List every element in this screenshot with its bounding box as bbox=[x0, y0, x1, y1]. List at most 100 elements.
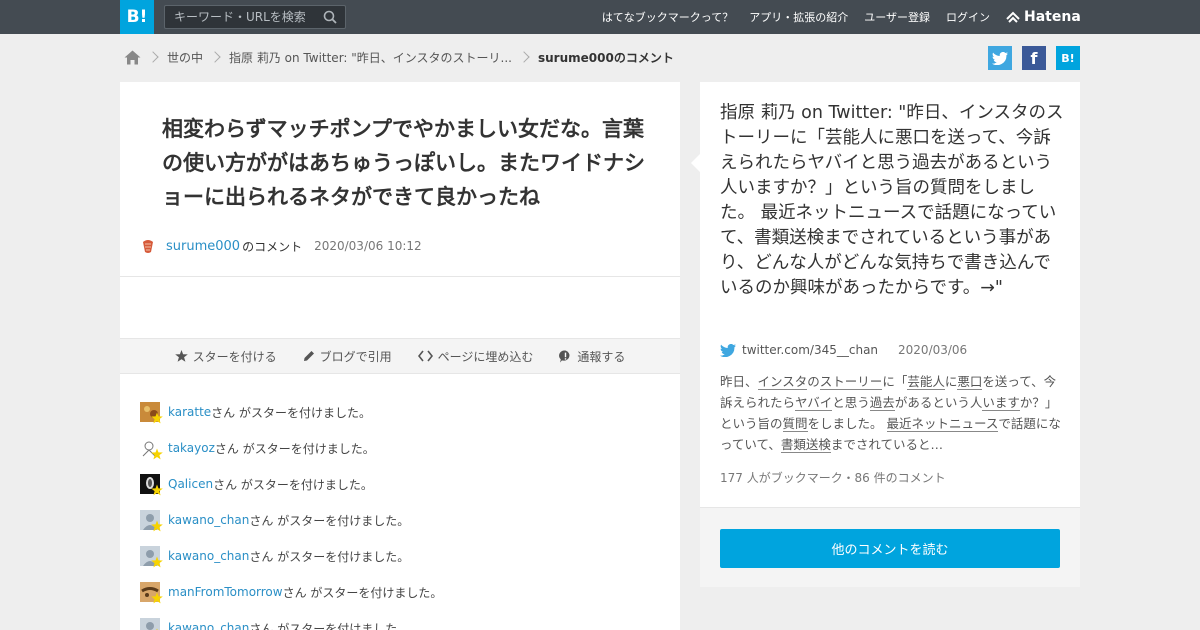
yellow-star-icon bbox=[151, 520, 163, 532]
star-username[interactable]: kawano_chan bbox=[168, 621, 249, 630]
nav-register[interactable]: ユーザー登録 bbox=[864, 9, 930, 25]
keyword-link[interactable]: 悪口 bbox=[957, 374, 983, 390]
comment-user-suffix: のコメント bbox=[242, 239, 303, 254]
hatena-brand-text: Hatena bbox=[1024, 9, 1081, 25]
add-star-button[interactable]: スターを付ける bbox=[174, 348, 277, 365]
search-input[interactable] bbox=[165, 6, 315, 28]
star-list: karatte さん がスターを付けました。 takayoz さん がスターを付… bbox=[140, 394, 660, 630]
star-username[interactable]: takayoz bbox=[168, 441, 215, 455]
blog-quote-button[interactable]: ブログで引用 bbox=[303, 348, 392, 365]
yellow-star-icon bbox=[151, 556, 163, 568]
star-list-item: Qalicen さん がスターを付けました。 bbox=[140, 466, 660, 502]
divider bbox=[120, 276, 680, 277]
comment-panel: 相変わらずマッチポンプでやかましい女だな。言葉の使い方ががはあちゅうっぽいし。ま… bbox=[120, 82, 680, 630]
star-list-item: kawano_chan さん がスターを付けました。 bbox=[140, 538, 660, 574]
breadcrumb: 世の中 指原 莉乃 on Twitter: "昨日、インスタのストーリ... s… bbox=[124, 46, 674, 68]
comment-date[interactable]: 2020/03/06 10:12 bbox=[314, 239, 422, 253]
entry-source: twitter.com/345__chan 2020/03/06 bbox=[720, 340, 967, 360]
home-icon[interactable] bbox=[124, 50, 141, 65]
summary-text: 昨日、 bbox=[720, 374, 758, 389]
star-user-avatar[interactable] bbox=[140, 546, 163, 568]
summary-text: の bbox=[807, 374, 820, 389]
yellow-star-icon bbox=[151, 592, 163, 604]
summary-text: をしました。 bbox=[807, 416, 887, 431]
keyword-link[interactable]: インスタ bbox=[757, 374, 808, 390]
star-suffix: さん がスターを付けました。 bbox=[249, 549, 410, 564]
breadcrumb-current: surume000のコメント bbox=[538, 50, 674, 65]
comment-actions: スターを付ける ブログで引用 ページに埋め込む 通報する bbox=[120, 338, 680, 374]
star-user-avatar[interactable] bbox=[140, 618, 160, 630]
panel-pointer bbox=[691, 154, 700, 172]
entry-source-link[interactable]: twitter.com/345__chan bbox=[742, 343, 878, 357]
entry-footer: 他のコメントを読む bbox=[700, 507, 1080, 587]
star-user-avatar[interactable] bbox=[140, 438, 163, 460]
nav-login[interactable]: ログイン bbox=[946, 9, 990, 25]
read-other-comments-button[interactable]: 他のコメントを読む bbox=[720, 529, 1060, 568]
star-suffix: さん がスターを付けました。 bbox=[282, 585, 443, 600]
breadcrumb-category[interactable]: 世の中 bbox=[167, 49, 203, 66]
hatena-bookmark-logo[interactable]: B! bbox=[120, 0, 154, 34]
keyword-link[interactable]: います bbox=[982, 395, 1020, 411]
summary-text: に bbox=[944, 374, 958, 389]
keyword-link[interactable]: 書類送検 bbox=[780, 437, 831, 453]
twitter-icon bbox=[720, 343, 736, 357]
star-username[interactable]: Qalicen bbox=[168, 477, 213, 491]
entry-summary: 昨日、インスタのストーリーに「芸能人に悪口を送って、今訴えられたらヤバイと思う過… bbox=[720, 371, 1062, 455]
yellow-star-icon bbox=[151, 412, 163, 424]
star-list-item: takayoz さん がスターを付けました。 bbox=[140, 430, 660, 466]
star-suffix: さん がスターを付けました。 bbox=[213, 477, 373, 492]
embed-button[interactable]: ページに埋め込む bbox=[417, 348, 534, 365]
summary-text: までされていると… bbox=[830, 437, 944, 452]
summary-text: と思う bbox=[832, 395, 870, 410]
alert-icon bbox=[559, 349, 570, 362]
entry-stats[interactable]: 177 人がブックマーク・86 件のコメント bbox=[720, 469, 946, 486]
star-username[interactable]: karatte bbox=[168, 405, 211, 419]
star-suffix: さん がスターを付けました。 bbox=[214, 441, 375, 456]
nav-about[interactable]: はてなブックマークって？ bbox=[602, 9, 733, 25]
share-hatena-button[interactable]: B! bbox=[1056, 46, 1080, 70]
keyword-link[interactable]: 最近ネットニュース bbox=[886, 416, 999, 432]
star-user-avatar[interactable] bbox=[140, 474, 163, 496]
breadcrumb-entry[interactable]: 指原 莉乃 on Twitter: "昨日、インスタのストーリ... bbox=[229, 49, 512, 66]
top-nav: はてなブックマークって？ アプリ・拡張の紹介 ユーザー登録 ログイン bbox=[586, 0, 990, 34]
star-suffix: さん がスターを付けました。 bbox=[249, 621, 410, 630]
star-username[interactable]: kawano_chan bbox=[168, 513, 249, 527]
keyword-link[interactable]: ストーリー bbox=[819, 374, 883, 390]
star-username[interactable]: manFromTomorrow bbox=[168, 585, 283, 599]
hatena-mark-icon bbox=[1006, 11, 1020, 23]
user-avatar-icon[interactable] bbox=[140, 238, 156, 254]
report-label: 通報する bbox=[577, 349, 626, 364]
entry-title[interactable]: 指原 莉乃 on Twitter: "昨日、インスタのストーリーに「芸能人に悪口… bbox=[720, 101, 1066, 301]
yellow-star-icon bbox=[151, 484, 163, 496]
star-user-avatar[interactable] bbox=[140, 402, 163, 424]
keyword-link[interactable]: ヤバイ bbox=[795, 395, 833, 411]
star-list-item: manFromTomorrow さん がスターを付けました。 bbox=[140, 574, 660, 610]
keyword-link[interactable]: 質問 bbox=[782, 416, 808, 432]
breadcrumb-separator bbox=[518, 51, 530, 63]
star-suffix: さん がスターを付けました。 bbox=[249, 513, 410, 528]
entry-panel: 指原 莉乃 on Twitter: "昨日、インスタのストーリーに「芸能人に悪口… bbox=[691, 82, 1080, 587]
report-button[interactable]: 通報する bbox=[559, 348, 625, 365]
search-box[interactable] bbox=[164, 5, 346, 29]
star-suffix: さん がスターを付けました。 bbox=[211, 405, 371, 420]
star-user-avatar[interactable] bbox=[140, 510, 163, 532]
keyword-link[interactable]: 過去 bbox=[869, 395, 895, 411]
search-icon[interactable] bbox=[323, 10, 337, 24]
share-facebook-button[interactable]: f bbox=[1022, 46, 1046, 70]
share-twitter-button[interactable] bbox=[988, 46, 1012, 70]
comment-meta: surume000 のコメント 2020/03/06 10:12 bbox=[140, 236, 422, 256]
comment-username[interactable]: surume000 bbox=[166, 239, 240, 254]
breadcrumb-separator bbox=[209, 51, 221, 63]
add-star-label: スターを付ける bbox=[192, 349, 277, 364]
keyword-link[interactable]: 芸能人 bbox=[907, 374, 945, 390]
blog-quote-label: ブログで引用 bbox=[319, 349, 392, 364]
hatena-logo[interactable]: Hatena bbox=[1006, 8, 1081, 26]
star-username[interactable]: kawano_chan bbox=[168, 549, 249, 563]
entry-date: 2020/03/06 bbox=[898, 343, 968, 357]
embed-label: ページに埋め込む bbox=[437, 349, 534, 364]
star-user-avatar[interactable] bbox=[140, 582, 163, 604]
nav-apps[interactable]: アプリ・拡張の紹介 bbox=[749, 9, 848, 25]
summary-text: があるという人 bbox=[894, 395, 983, 410]
comment-text: 相変わらずマッチポンプでやかましい女だな。言葉の使い方ががはあちゅうっぽいし。ま… bbox=[162, 117, 645, 209]
breadcrumb-separator bbox=[147, 51, 159, 63]
